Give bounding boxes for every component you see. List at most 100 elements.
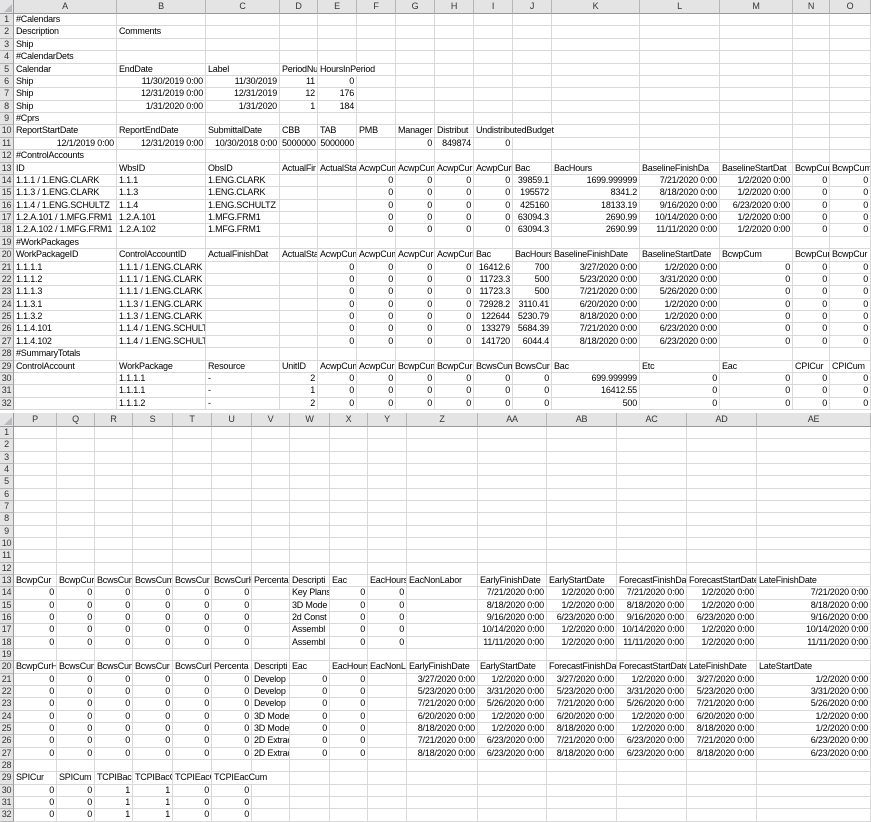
cell-S3[interactable] [133,452,173,464]
cell-L30[interactable]: 0 [640,373,720,385]
cell-AA1[interactable] [478,427,547,439]
cell-X25[interactable]: 0 [330,723,368,735]
cell-V5[interactable] [252,476,290,488]
cell-B17[interactable]: 1.2.A.101 [117,212,206,224]
row-header-4[interactable]: 4 [0,51,14,63]
cell-Q14[interactable]: 0 [57,587,95,599]
cell-K17[interactable]: 2690.99 [552,212,640,224]
cell-B14[interactable]: 1.1.1 [117,175,206,187]
cell-D26[interactable] [280,323,318,335]
cell-AD6[interactable] [687,489,757,501]
cell-U7[interactable] [212,501,252,513]
cell-R7[interactable] [95,501,133,513]
cell-Y25[interactable] [368,723,407,735]
cell-A8[interactable]: Ship [14,101,117,113]
cell-I30[interactable]: 0 [474,373,513,385]
cell-B26[interactable]: 1.1.4 / 1.ENG.SCHULTZ [117,323,206,335]
cell-W5[interactable] [290,476,330,488]
cell-Y19[interactable] [368,649,407,661]
cell-D17[interactable] [280,212,318,224]
cell-X20[interactable]: EacHours [330,661,368,673]
cell-G1[interactable] [396,14,435,26]
cell-AB13[interactable]: EarlyStartDate [547,575,617,587]
cell-B28[interactable] [117,348,206,360]
cell-Y6[interactable] [368,489,407,501]
row-header-16[interactable]: 16 [0,200,14,212]
cell-G13[interactable]: AcwpCum [396,163,435,175]
column-header-O[interactable]: O [830,0,871,14]
cell-AA2[interactable] [478,439,547,451]
cell-C8[interactable]: 1/31/2020 [206,101,280,113]
row-header-7[interactable]: 7 [0,88,14,100]
cell-U19[interactable] [212,649,252,661]
cell-L25[interactable]: 1/2/2020 0:00 [640,311,720,323]
cell-O2[interactable] [830,26,871,38]
cell-Z27[interactable]: 8/18/2020 0:00 [407,748,478,760]
cell-Z28[interactable] [407,760,478,772]
cell-AD29[interactable] [687,772,757,784]
cell-A16[interactable]: 1.1.4 / 1.ENG.SCHULTZ [14,200,117,212]
cell-AD2[interactable] [687,439,757,451]
cell-AD20[interactable]: LateFinishDate [687,661,757,673]
cell-O10[interactable] [830,125,871,137]
cell-B7[interactable]: 12/31/2019 0:00 [117,88,206,100]
column-header-R[interactable]: R [95,413,133,427]
cell-A4[interactable]: #CalendarDets [14,51,117,63]
cell-A6[interactable]: Ship [14,76,117,88]
cell-Y17[interactable]: 0 [368,624,407,636]
cell-M8[interactable] [720,101,793,113]
cell-T11[interactable] [173,550,212,562]
row-header-25[interactable]: 25 [0,723,14,735]
cell-A30[interactable] [14,373,117,385]
cell-Z18[interactable] [407,637,478,649]
cell-Z26[interactable]: 7/21/2020 0:00 [407,735,478,747]
cell-AB4[interactable] [547,464,617,476]
cell-X10[interactable] [330,538,368,550]
cell-AC10[interactable] [617,538,687,550]
cell-K12[interactable] [552,150,640,162]
cell-Y8[interactable] [368,513,407,525]
cell-C4[interactable] [206,51,280,63]
cell-S32[interactable]: 1 [133,809,173,821]
cell-A27[interactable]: 1.1.4.102 [14,336,117,348]
cell-X31[interactable] [330,797,368,809]
cell-M26[interactable]: 0 [720,323,793,335]
cell-O8[interactable] [830,101,871,113]
cell-Z24[interactable]: 6/20/2020 0:00 [407,711,478,723]
cell-C1[interactable] [206,14,280,26]
cell-O21[interactable]: 0 [830,262,871,274]
cell-AC4[interactable] [617,464,687,476]
cell-U14[interactable]: 0 [212,587,252,599]
cell-AE11[interactable] [757,550,871,562]
cell-X30[interactable] [330,785,368,797]
cell-I6[interactable] [474,76,513,88]
cell-J11[interactable] [513,138,552,150]
cell-G31[interactable]: 0 [396,385,435,397]
cell-E9[interactable] [318,113,357,125]
cell-C14[interactable]: 1.ENG.CLARK [206,175,280,187]
cell-B20[interactable]: ControlAccountID [117,249,206,261]
cell-O31[interactable]: 0 [830,385,871,397]
cell-Q10[interactable] [57,538,95,550]
cell-AA28[interactable] [478,760,547,772]
cell-R22[interactable]: 0 [95,686,133,698]
cell-R1[interactable] [95,427,133,439]
cell-AE26[interactable]: 6/23/2020 0:00 [757,735,871,747]
row-header-21[interactable]: 21 [0,674,14,686]
cell-E28[interactable] [318,348,357,360]
cell-Y32[interactable] [368,809,407,821]
cell-AD25[interactable]: 8/18/2020 0:00 [687,723,757,735]
cell-Z5[interactable] [407,476,478,488]
cell-AD7[interactable] [687,501,757,513]
row-header-23[interactable]: 23 [0,286,14,298]
row-header-28[interactable]: 28 [0,760,14,772]
cell-D4[interactable] [280,51,318,63]
cell-AA9[interactable] [478,526,547,538]
row-header-21[interactable]: 21 [0,262,14,274]
cell-Y30[interactable] [368,785,407,797]
cell-AD31[interactable] [687,797,757,809]
cell-R16[interactable]: 0 [95,612,133,624]
cell-K11[interactable] [552,138,640,150]
cell-S30[interactable]: 1 [133,785,173,797]
cell-Q15[interactable]: 0 [57,600,95,612]
